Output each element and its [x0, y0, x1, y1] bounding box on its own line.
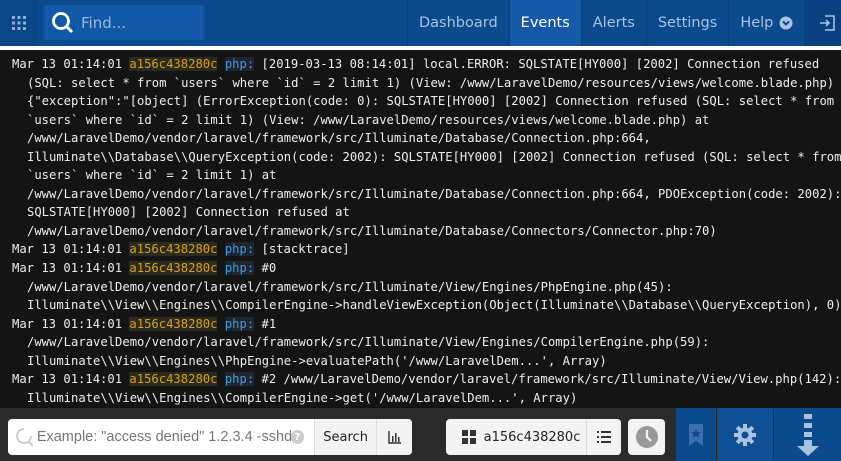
nav-dashboard[interactable]: Dashboard [407, 0, 509, 46]
log-host: a156c438280c [129, 242, 218, 257]
log-program: php: [224, 372, 255, 387]
list-icon [596, 431, 611, 443]
log-message-line: `users` where `id` = 2 limit 1) at [27, 168, 277, 183]
host-filter[interactable]: a156c438280c [446, 419, 621, 455]
autoscroll-button[interactable] [774, 408, 841, 461]
log-message-line: {"exception":"[object] (ErrorException(c… [27, 94, 835, 109]
logout-button[interactable] [804, 0, 841, 46]
log-program: php: [224, 261, 255, 276]
nav-settings[interactable]: Settings [645, 0, 728, 46]
log-entry: Mar 13 01:14:01 a156c438280c php: [stack… [12, 240, 841, 259]
list-view-button[interactable] [585, 419, 621, 455]
log-entry: Mar 13 01:14:01 a156c438280c php: #2 /ww… [12, 370, 841, 407]
log-date: Mar 13 01:14:01 [12, 57, 123, 71]
log-message-line: Illuminate\\Database\\QueryException(cod… [27, 149, 841, 164]
log-message-line: #1 [261, 316, 277, 331]
log-date: Mar 13 01:14:01 [12, 242, 123, 257]
find-input[interactable] [81, 13, 191, 32]
help-label: Help [740, 15, 774, 31]
log-entry: Mar 13 01:14:01 a156c438280c php: [2019-… [12, 55, 841, 240]
log-message-line: (SQL: select * from `users` where `id` =… [27, 75, 835, 90]
logout-icon [820, 15, 836, 31]
log-date: Mar 13 01:14:01 [12, 316, 123, 331]
log-host: a156c438280c [129, 372, 218, 387]
clock-icon [635, 426, 658, 448]
log-entry: Mar 13 01:14:01 a156c438280c php: #1/www… [12, 315, 841, 371]
nav-alerts[interactable]: Alerts [580, 0, 646, 46]
log-date: Mar 13 01:14:01 [12, 261, 123, 276]
log-message-line: /www/LaravelDemo/vendor/laravel/framewor… [27, 131, 651, 146]
log-message-line: /www/LaravelDemo/vendor/laravel/framewor… [27, 279, 673, 294]
log-message-line: Illuminate\\View\\Engines\\CompilerEngin… [27, 298, 841, 313]
search-button[interactable]: Search [314, 419, 377, 455]
log-message-line: Illuminate\\View\\Engines\\PhpEngine->ev… [27, 353, 607, 368]
log-entry: Mar 13 01:14:01 a156c438280c php: #0/www… [12, 259, 841, 315]
apps-grid-icon[interactable] [0, 0, 38, 46]
settings-button[interactable] [717, 408, 773, 461]
log-program: php: [224, 57, 255, 71]
log-program: php: [224, 316, 255, 331]
bookmark-star-icon [689, 423, 703, 446]
scroll-down-icon [796, 413, 819, 456]
log-host: a156c438280c [129, 261, 218, 276]
event-log[interactable]: Mar 13 01:14:01 a156c438280c php: [2019-… [0, 50, 841, 407]
log-message-line: /www/LaravelDemo/vendor/laravel/framewor… [27, 223, 717, 238]
log-message-line: SQLSTATE[HY000] [2002] Connection refuse… [27, 205, 350, 220]
gear-icon [734, 423, 756, 446]
bookmark-button[interactable] [676, 408, 716, 461]
search-icon [52, 11, 74, 33]
search-input[interactable] [36, 429, 291, 445]
bar-chart-icon [387, 431, 401, 444]
help-icon[interactable]: ? [290, 430, 305, 444]
log-host: a156c438280c [129, 316, 218, 331]
log-message-line: [stacktrace] [261, 242, 350, 257]
find-box[interactable] [44, 5, 204, 40]
time-range-button[interactable] [628, 419, 665, 455]
search-box: ? Search [8, 419, 412, 455]
grid-icon [462, 430, 476, 444]
log-message-line: /www/LaravelDemo/vendor/laravel/framewor… [27, 335, 710, 350]
log-message-line: #0 [261, 261, 277, 276]
log-message-line: [2019-03-13 08:14:01] local.ERROR: SQLST… [261, 57, 820, 71]
spinner-icon [16, 428, 33, 447]
log-program: php: [224, 242, 255, 257]
top-bar: Dashboard Events Alerts Settings Help [0, 0, 841, 46]
log-message-line: Illuminate\\View\\Engines\\CompilerEngin… [27, 390, 578, 405]
chevron-down-icon [779, 16, 793, 30]
log-host: a156c438280c [129, 57, 218, 71]
log-message-line: #2 /www/LaravelDemo/vendor/laravel/frame… [261, 372, 841, 387]
nav-events[interactable]: Events [508, 0, 581, 46]
chart-button[interactable] [376, 419, 412, 455]
log-date: Mar 13 01:14:01 [12, 372, 123, 387]
host-filter-label: a156c438280c [483, 429, 581, 445]
bottom-bar: ? Search a156c438280c [0, 408, 841, 461]
log-message-line: `users` where `id` = 2 limit 1) (View: /… [27, 112, 710, 127]
log-message-line: /www/LaravelDemo/vendor/laravel/framewor… [27, 186, 841, 201]
nav-help[interactable]: Help [728, 0, 804, 46]
